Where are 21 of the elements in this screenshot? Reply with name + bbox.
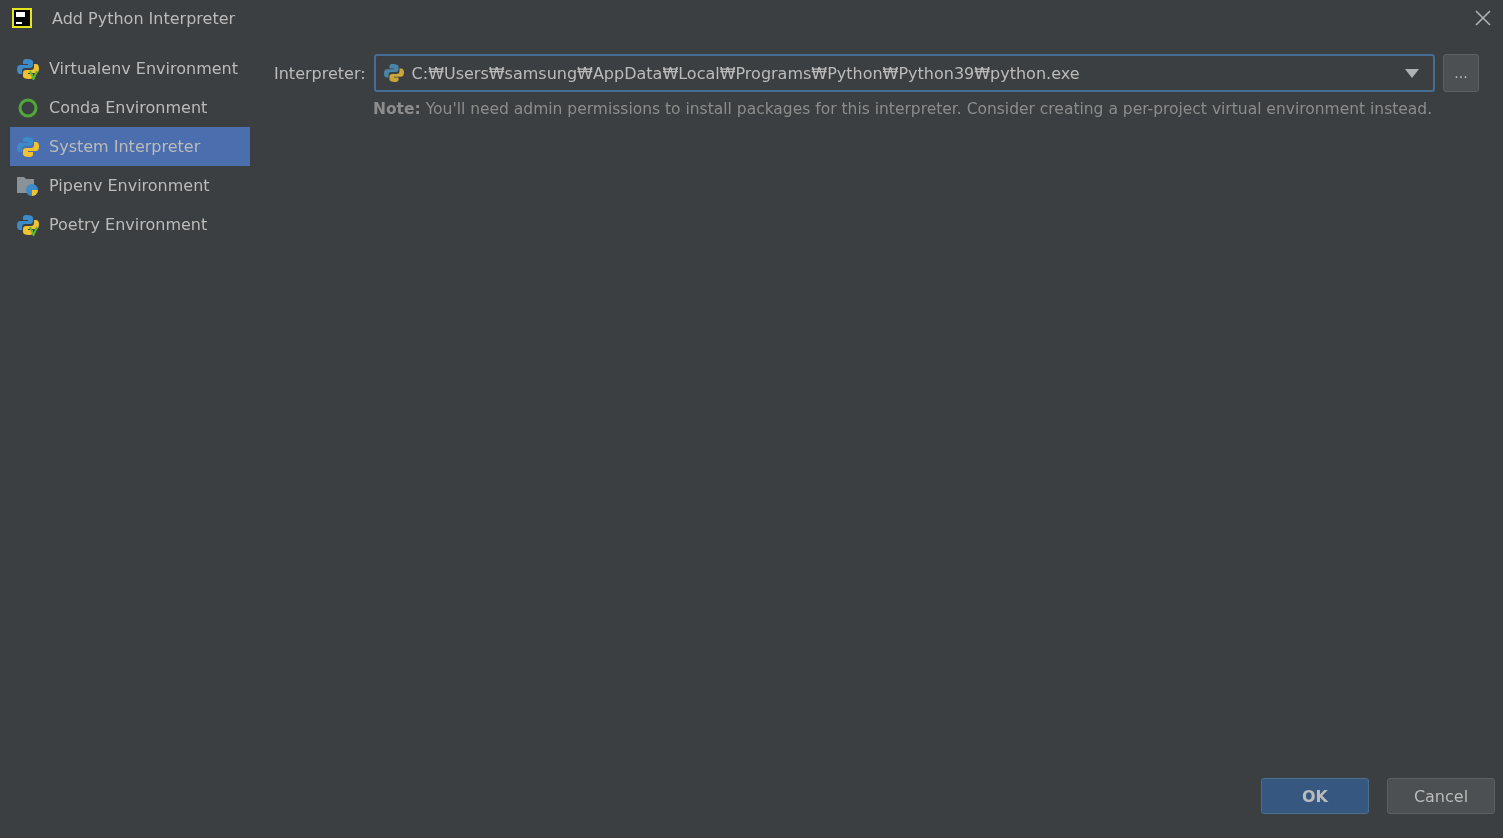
interpreter-label: Interpreter: <box>274 63 366 83</box>
python-v-icon <box>17 57 39 80</box>
ok-button[interactable]: OK <box>1261 778 1369 814</box>
caret-icon[interactable] <box>1405 68 1419 78</box>
close-icon[interactable] <box>1475 10 1491 26</box>
cancel-button[interactable]: Cancel <box>1387 778 1495 814</box>
ring-icon <box>17 96 39 119</box>
sidebar-item[interactable]: Virtualenv Environment <box>10 49 250 88</box>
folder-python-icon <box>17 174 39 197</box>
sidebar-item[interactable]: Poetry Environment <box>10 205 250 244</box>
interpreter-dropdown[interactable]: C:₩Users₩samsung₩AppData₩Local₩Programs₩Python₩Python39₩python.exe <box>373 54 1435 92</box>
window-title: Add Python Interpreter <box>52 8 236 28</box>
note-text: Note: You'll need admin permissions to install packages for this interpreter. Consider creating a per-project virtual environment instead. <box>373 100 1434 118</box>
sidebar-item[interactable]: Conda Environment <box>10 88 250 127</box>
app-logo-icon <box>12 8 32 28</box>
browse-button[interactable]: ... <box>1443 54 1479 92</box>
python-v-icon <box>17 213 39 236</box>
sidebar-item[interactable]: Pipenv Environment <box>10 166 250 205</box>
python-icon <box>383 63 404 83</box>
python-icon <box>17 135 39 158</box>
interpreter-path: C:₩Users₩samsung₩AppData₩Local₩Programs₩Python₩Python39₩python.exe <box>411 63 1080 83</box>
